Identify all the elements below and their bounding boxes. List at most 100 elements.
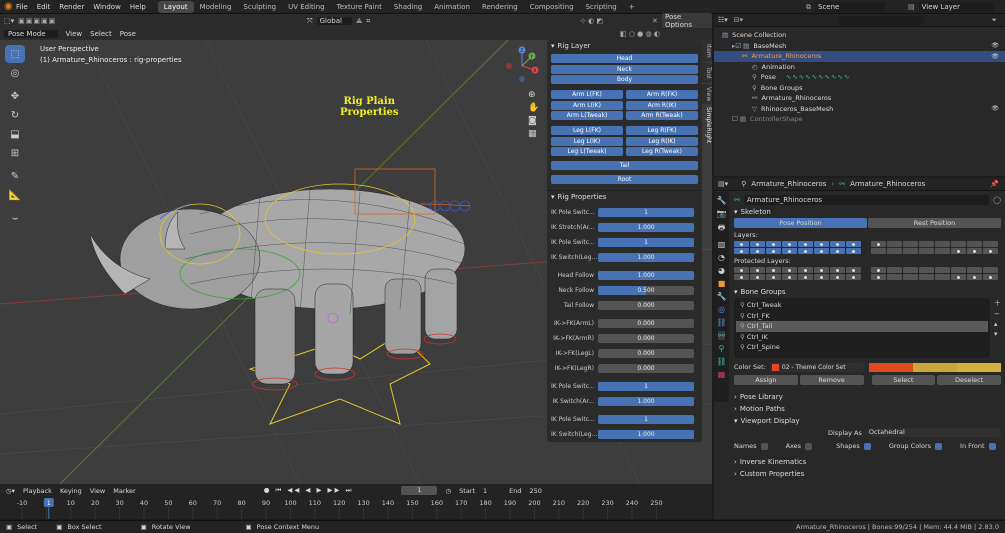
outliner-item[interactable]: ⚲ Bone Groups bbox=[714, 83, 1005, 94]
tab-item[interactable]: Item bbox=[702, 40, 712, 62]
menu-keying[interactable]: Keying bbox=[60, 487, 82, 495]
transform-orientation[interactable]: ⤧ Global ⟁ ⌗ bbox=[307, 17, 370, 26]
select-button[interactable]: Select bbox=[871, 375, 936, 385]
protected-grid-right[interactable] bbox=[871, 267, 998, 280]
mode-dropdown[interactable]: Pose Mode bbox=[4, 30, 58, 38]
measure-tool-icon[interactable]: 📐 bbox=[5, 186, 25, 204]
layer-arm-l-tweak-button[interactable]: Arm L(Tweak) bbox=[551, 111, 623, 120]
rig-property-slider[interactable]: 1 bbox=[598, 207, 694, 217]
layer-toggle[interactable] bbox=[830, 267, 845, 273]
funnel-icon[interactable]: ⏷ bbox=[991, 16, 997, 25]
tab-layout[interactable]: Layout bbox=[157, 0, 194, 13]
rig-property-slider[interactable]: 1 bbox=[598, 414, 694, 424]
transform-tool-icon[interactable]: ⊞ bbox=[5, 144, 25, 162]
layer-toggle[interactable] bbox=[983, 274, 998, 280]
layer-toggle[interactable] bbox=[903, 248, 918, 254]
layer-toggle[interactable] bbox=[983, 267, 998, 273]
motion-paths-header[interactable]: › Motion Paths bbox=[734, 403, 1001, 415]
grid-icon[interactable]: ▦ bbox=[528, 129, 539, 139]
tab-tool[interactable]: Tool bbox=[702, 63, 712, 83]
menu-help[interactable]: Help bbox=[130, 3, 146, 11]
layer-toggle[interactable] bbox=[951, 248, 966, 254]
rig-property-slider[interactable]: 0.500 bbox=[598, 285, 694, 295]
tab-texture-paint[interactable]: Texture Paint bbox=[331, 1, 388, 13]
scale-tool-icon[interactable]: ⬓ bbox=[5, 125, 25, 143]
menu-render[interactable]: Render bbox=[59, 3, 84, 11]
custom-properties-header[interactable]: › Custom Properties bbox=[734, 468, 1001, 480]
layer-toggle[interactable] bbox=[935, 241, 950, 247]
world-tab-icon[interactable]: ◕ bbox=[718, 266, 725, 275]
move-down-icon[interactable]: ▾ bbox=[994, 330, 1001, 338]
layer-toggle[interactable] bbox=[814, 267, 829, 273]
modifier-tab-icon[interactable]: 🔧 bbox=[717, 292, 727, 301]
datablock-name-field[interactable]: Armature_Rhinoceros bbox=[743, 195, 990, 205]
outliner-editor-icon[interactable]: ☷▾ bbox=[718, 16, 728, 24]
layer-toggle[interactable] bbox=[766, 274, 781, 280]
orientation-dropdown[interactable]: Global bbox=[316, 17, 352, 25]
bone-group-item[interactable]: ⚲ Ctrl_IK bbox=[736, 332, 988, 343]
cursor-tool-icon[interactable]: ◎ bbox=[5, 64, 25, 82]
close-icon[interactable]: ✕ bbox=[652, 17, 658, 25]
camera-icon[interactable]: ◙ bbox=[528, 116, 539, 126]
layer-toggle[interactable] bbox=[887, 267, 902, 273]
layer-toggle[interactable] bbox=[782, 241, 797, 247]
physics-tab-icon[interactable]: ◎ bbox=[718, 305, 725, 314]
layer-root-button[interactable]: Root bbox=[551, 175, 698, 184]
armature-data-tab-icon[interactable]: ⚯ bbox=[718, 331, 725, 340]
annotate-tool-icon[interactable]: ✎ bbox=[5, 167, 25, 185]
add-workspace-button[interactable]: + bbox=[623, 1, 641, 13]
menu-playback[interactable]: Playback bbox=[23, 487, 52, 495]
deselect-button[interactable]: Deselect bbox=[937, 375, 1001, 385]
layer-toggle[interactable] bbox=[766, 241, 781, 247]
editor-type-icon[interactable]: ⬚▾ bbox=[4, 17, 14, 25]
rig-property-slider[interactable]: 1.000 bbox=[598, 270, 694, 280]
layer-toggle[interactable] bbox=[935, 274, 950, 280]
rig-property-slider[interactable]: 1.000 bbox=[598, 396, 694, 406]
color-set-dropdown[interactable]: 02 - Theme Color Set bbox=[769, 362, 865, 372]
layer-toggle[interactable] bbox=[951, 274, 966, 280]
outliner-item[interactable]: ⚲ Pose ∿∿∿∿∿∿∿∿∿∿ bbox=[714, 72, 1005, 83]
render-tab-icon[interactable]: 📷 bbox=[717, 209, 727, 218]
move-tool-icon[interactable]: ✥ bbox=[5, 87, 25, 105]
filter-icon[interactable]: ⊟▾ bbox=[734, 16, 743, 24]
names-checkbox[interactable] bbox=[760, 442, 768, 450]
outliner-item[interactable]: ⚯ Armature_Rhinoceros 👁 bbox=[714, 51, 1005, 62]
menu-select[interactable]: Select bbox=[90, 30, 112, 38]
layer-toggle[interactable] bbox=[766, 267, 781, 273]
layer-leg-l-ik-button[interactable]: Leg L(IK) bbox=[551, 136, 623, 146]
scene-field[interactable]: Scene bbox=[815, 2, 885, 12]
layer-toggle[interactable] bbox=[798, 267, 813, 273]
layer-leg-l-fk-button[interactable]: Leg L(FK) bbox=[551, 126, 623, 135]
layers-grid-left[interactable] bbox=[734, 241, 861, 254]
eye-icon[interactable]: 👁 bbox=[991, 42, 999, 49]
fake-user-icon[interactable]: ◯ bbox=[993, 196, 1001, 204]
layer-head-button[interactable]: Head bbox=[551, 54, 698, 63]
protected-grid-left[interactable] bbox=[734, 267, 861, 280]
rotate-tool-icon[interactable]: ↻ bbox=[5, 106, 25, 124]
layer-toggle[interactable] bbox=[967, 248, 982, 254]
layer-toggle[interactable] bbox=[798, 248, 813, 254]
viewport-overlay-icons[interactable]: ⊹ ◐ ◩ bbox=[580, 17, 603, 25]
layer-toggle[interactable] bbox=[830, 274, 845, 280]
texture-tab-icon[interactable]: ▦ bbox=[718, 370, 726, 379]
pose-position-button[interactable]: Pose Position bbox=[734, 218, 867, 228]
shapes-checkbox[interactable] bbox=[863, 442, 871, 450]
bone-groups-header[interactable]: ▾ Bone Groups bbox=[734, 286, 1001, 298]
layers-grid-right[interactable] bbox=[871, 241, 998, 254]
zoom-icon[interactable]: ⊕ bbox=[528, 90, 539, 100]
in-front-checkbox[interactable] bbox=[988, 442, 996, 450]
layer-toggle[interactable] bbox=[734, 267, 749, 273]
layer-toggle[interactable] bbox=[814, 241, 829, 247]
tab-scripting[interactable]: Scripting bbox=[580, 1, 623, 13]
group-colors-checkbox[interactable] bbox=[935, 442, 943, 450]
tab-rendering[interactable]: Rendering bbox=[476, 1, 524, 13]
layer-toggle[interactable] bbox=[798, 274, 813, 280]
layer-toggle[interactable] bbox=[798, 241, 813, 247]
menu-view[interactable]: View bbox=[66, 30, 83, 38]
outliner-item[interactable]: ▽ Rhinoceros_BaseMesh 👁 bbox=[714, 104, 1005, 115]
rig-property-slider[interactable]: 1.000 bbox=[598, 252, 694, 262]
assign-button[interactable]: Assign bbox=[734, 375, 798, 385]
layer-toggle[interactable] bbox=[983, 241, 998, 247]
active-color-swatch[interactable] bbox=[956, 362, 1001, 372]
bone-tab-icon[interactable]: ⚲ bbox=[719, 344, 725, 353]
